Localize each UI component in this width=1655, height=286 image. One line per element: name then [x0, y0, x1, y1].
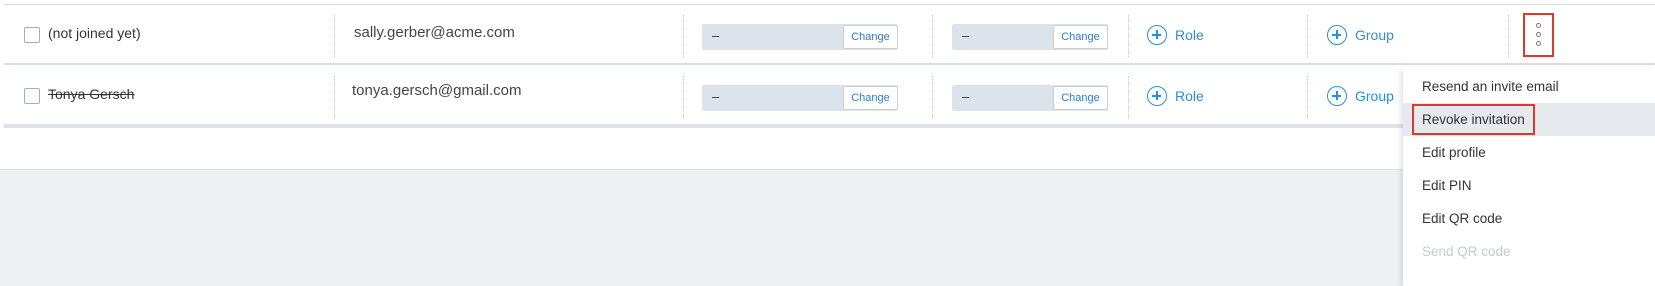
plus-circle-icon: [1147, 25, 1167, 45]
add-group-label: Group: [1355, 88, 1394, 104]
plus-circle-icon: [1327, 25, 1347, 45]
dot-icon: [1536, 23, 1541, 28]
add-group-button[interactable]: Group: [1327, 23, 1394, 47]
more-actions-button[interactable]: [1523, 13, 1554, 57]
member-name: (not joined yet): [48, 25, 141, 41]
first-change-button[interactable]: Change: [843, 86, 898, 110]
menu-item-label: Send QR code: [1422, 244, 1511, 259]
column-divider: [334, 76, 335, 118]
menu-item-label: Resend an invite email: [1422, 79, 1559, 94]
first-select[interactable]: – Change: [702, 24, 898, 50]
first-change-button[interactable]: Change: [843, 25, 898, 49]
second-select[interactable]: – Change: [952, 85, 1108, 111]
second-change-button[interactable]: Change: [1053, 25, 1108, 49]
row-select-checkbox[interactable]: [24, 27, 40, 43]
menu-item-label: Edit PIN: [1422, 178, 1472, 193]
member-name: Tonya Gersch: [48, 86, 135, 102]
add-role-button[interactable]: Role: [1147, 84, 1204, 108]
plus-circle-icon: [1147, 86, 1167, 106]
column-divider: [1307, 76, 1308, 118]
menu-item-resend-invite[interactable]: Resend an invite email: [1403, 70, 1655, 103]
menu-item-label: Edit QR code: [1422, 211, 1503, 226]
second-select-value: –: [962, 28, 970, 43]
column-divider: [932, 15, 933, 57]
column-divider: [1128, 76, 1129, 118]
add-role-button[interactable]: Role: [1147, 23, 1204, 47]
column-divider: [1128, 15, 1129, 57]
menu-item-edit-profile[interactable]: Edit profile: [1403, 136, 1655, 169]
row-select-checkbox[interactable]: [24, 88, 40, 104]
add-role-label: Role: [1175, 27, 1204, 43]
menu-item-label: Edit profile: [1422, 145, 1486, 160]
add-group-label: Group: [1355, 27, 1394, 43]
member-email: tonya.gersch@gmail.com: [352, 82, 522, 99]
second-select[interactable]: – Change: [952, 24, 1108, 50]
column-divider: [683, 76, 684, 118]
dot-icon: [1536, 32, 1541, 37]
add-role-label: Role: [1175, 88, 1204, 104]
actions-menu: Resend an invite email Revoke invitation…: [1403, 67, 1655, 286]
menu-item-edit-qr-code[interactable]: Edit QR code: [1403, 202, 1655, 235]
add-group-button[interactable]: Group: [1327, 84, 1394, 108]
plus-circle-icon: [1327, 86, 1347, 106]
column-divider: [683, 15, 684, 57]
first-select[interactable]: – Change: [702, 85, 898, 111]
menu-item-send-qr-code: Send QR code: [1403, 235, 1655, 268]
column-divider: [334, 15, 335, 57]
dot-icon: [1536, 41, 1541, 46]
first-select-value: –: [712, 28, 720, 43]
menu-item-label: Revoke invitation: [1412, 104, 1535, 135]
second-select-value: –: [962, 89, 970, 104]
menu-item-edit-pin[interactable]: Edit PIN: [1403, 169, 1655, 202]
column-divider: [932, 76, 933, 118]
first-select-value: –: [712, 89, 720, 104]
menu-item-revoke-invitation[interactable]: Revoke invitation: [1403, 103, 1655, 136]
member-email: sally.gerber@acme.com: [354, 24, 515, 41]
second-change-button[interactable]: Change: [1053, 86, 1108, 110]
column-divider: [1508, 15, 1509, 57]
table-row: (not joined yet) sally.gerber@acme.com –…: [4, 5, 1655, 65]
column-divider: [1307, 15, 1308, 57]
